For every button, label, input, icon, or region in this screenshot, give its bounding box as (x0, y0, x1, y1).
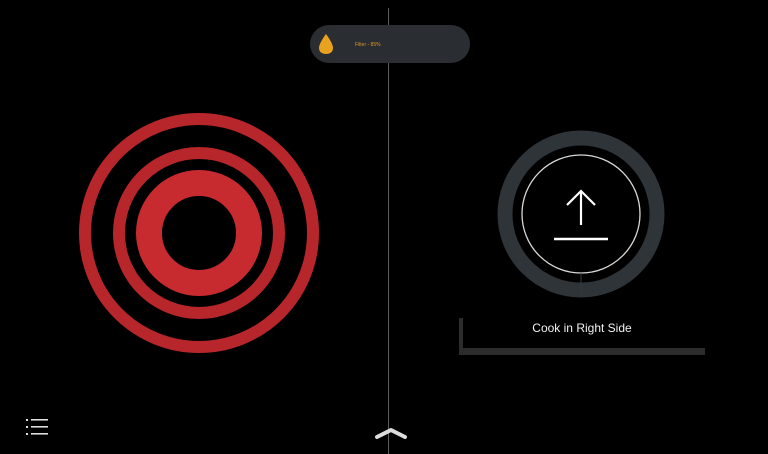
filter-status-text: Filter - 85% (355, 42, 381, 48)
label-bracket-bottom (459, 348, 705, 355)
right-side-label-block: Cook in Right Side (459, 318, 705, 356)
chevron-up-icon[interactable] (374, 426, 408, 440)
water-drop-icon (319, 34, 333, 54)
left-heating-rings (79, 113, 319, 353)
cooktop-screen: Filter - 85% Cook in Right Side (0, 0, 768, 454)
left-cooking-zone[interactable] (76, 110, 322, 356)
cook-right-side-label: Cook in Right Side (532, 321, 632, 335)
right-cooking-zone[interactable] (495, 128, 667, 300)
zone-divider (388, 8, 389, 454)
upload-arrow-icon (497, 130, 665, 298)
menu-list-icon[interactable] (26, 418, 50, 436)
